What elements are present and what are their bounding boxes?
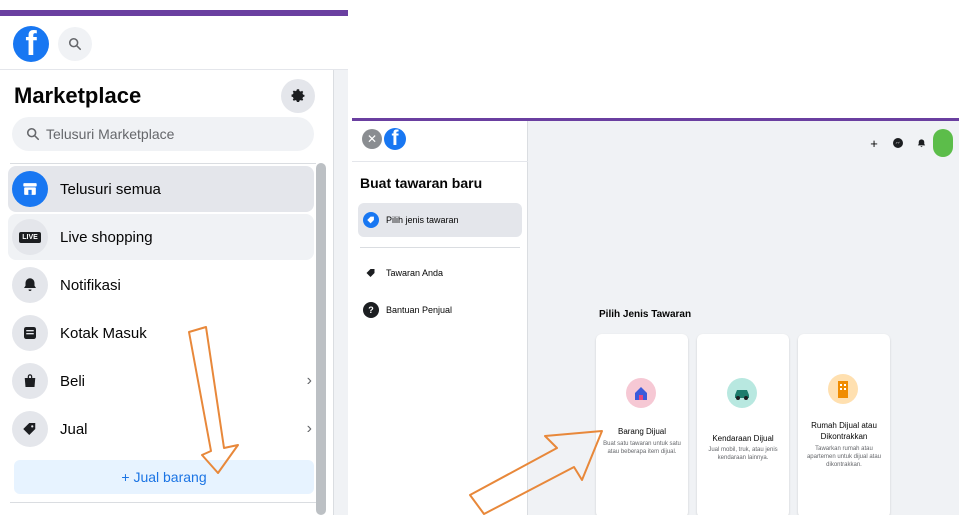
bell-icon <box>12 267 48 303</box>
listing-type-card-property[interactable]: Rumah Dijual atau Dikontrakkan Tawarkan … <box>798 334 890 515</box>
sidebar-item-browse-all[interactable]: Telusuri semua <box>8 166 314 212</box>
sidebar-item-choose-listing-type[interactable]: Pilih jenis tawaran <box>358 203 522 237</box>
sidebar-item-seller-help[interactable]: ? Bantuan Penjual <box>358 293 522 327</box>
tag-icon <box>12 411 48 447</box>
close-button[interactable]: ✕ <box>362 129 382 149</box>
sidebar-item-sell[interactable]: Jual › <box>8 406 314 452</box>
sidebar-item-label: Kotak Masuk <box>60 324 147 342</box>
avatar[interactable] <box>933 129 953 157</box>
page-title: Marketplace <box>14 83 142 108</box>
sidebar-item-label: Notifikasi <box>60 276 121 294</box>
card-title: Rumah Dijual atau Dikontrakkan <box>811 421 877 441</box>
card-title: Kendaraan Dijual <box>712 434 774 443</box>
marketplace-search-input[interactable]: Telusuri Marketplace <box>12 117 314 151</box>
create-listing-panel: ✕ f Buat tawaran baru Pilih jenis tawara… <box>352 118 959 515</box>
card-description: Tawarkan rumah atau apartemen untuk diju… <box>806 446 882 468</box>
search-icon <box>68 37 82 51</box>
messenger-icon <box>893 138 903 148</box>
facebook-logo-icon[interactable]: f <box>13 26 49 62</box>
settings-button[interactable] <box>281 79 315 113</box>
search-icon <box>26 127 40 141</box>
divider <box>10 163 316 164</box>
facebook-logo-icon[interactable]: f <box>384 128 406 150</box>
messenger-button[interactable] <box>889 134 907 152</box>
search-button[interactable] <box>58 27 92 61</box>
listing-type-card-vehicle[interactable]: Kendaraan Dijual Jual mobil, truk, atau … <box>697 334 789 515</box>
divider <box>360 247 520 248</box>
live-icon: LIVE <box>12 219 48 255</box>
sidebar-item-label: Bantuan Penjual <box>386 305 453 315</box>
close-icon: ✕ <box>366 132 378 146</box>
chevron-right-icon: › <box>306 420 312 437</box>
create-button[interactable]: + <box>865 134 883 152</box>
content-gap <box>334 70 348 515</box>
help-icon: ? <box>363 302 379 318</box>
section-title: Pilih Jenis Tawaran <box>599 309 692 320</box>
sidebar-item-live-shopping[interactable]: LIVE Live shopping <box>8 214 314 260</box>
sidebar-item-notifications[interactable]: Notifikasi <box>8 262 314 308</box>
plus-icon: + <box>870 135 878 151</box>
card-description: Buat satu tawaran untuk satu atau bebera… <box>603 441 681 455</box>
sidebar-item-label: Tawaran Anda <box>386 268 444 278</box>
sidebar-item-inbox[interactable]: Kotak Masuk <box>8 310 314 356</box>
bell-icon <box>917 138 925 147</box>
card-title: Barang Dijual <box>617 427 667 436</box>
storefront-icon <box>12 171 48 207</box>
sidebar-scrollbar[interactable] <box>316 163 326 515</box>
search-placeholder: Telusuri Marketplace <box>46 126 175 142</box>
inbox-icon <box>12 315 48 351</box>
sidebar-item-buy[interactable]: Beli › <box>8 358 314 404</box>
house-tag-icon <box>626 378 656 408</box>
tag-icon <box>363 265 379 281</box>
building-icon <box>828 374 858 404</box>
sidebar-item-label: Telusuri semua <box>60 180 161 198</box>
card-description: Jual mobil, truk, atau jenis kendaraan l… <box>708 447 778 461</box>
divider <box>352 161 528 162</box>
marketplace-panel: f Marketplace Telusuri Marketplace Telus… <box>0 0 348 515</box>
sidebar-item-label: Live shopping <box>60 228 153 246</box>
sidebar-item-your-listings[interactable]: Tawaran Anda <box>358 256 522 290</box>
divider <box>10 502 316 503</box>
sidebar-item-label: Beli <box>60 372 86 390</box>
gear-icon <box>291 89 305 102</box>
sidebar-item-label: Jual <box>60 420 88 438</box>
sidebar-item-label: Pilih jenis tawaran <box>386 215 459 225</box>
listing-type-card-item[interactable]: Barang Dijual Buat satu tawaran untuk sa… <box>596 334 688 515</box>
create-listing-title: Buat tawaran baru <box>360 175 483 191</box>
screenshot-root: f Marketplace Telusuri Marketplace Telus… <box>0 0 959 515</box>
chevron-right-icon: › <box>306 372 312 389</box>
notifications-button[interactable] <box>912 134 930 152</box>
tag-icon <box>363 212 379 228</box>
car-icon <box>727 378 757 408</box>
top-navbar <box>0 16 348 70</box>
sell-item-button[interactable]: + Jual barang <box>14 460 314 494</box>
bag-icon <box>12 363 48 399</box>
